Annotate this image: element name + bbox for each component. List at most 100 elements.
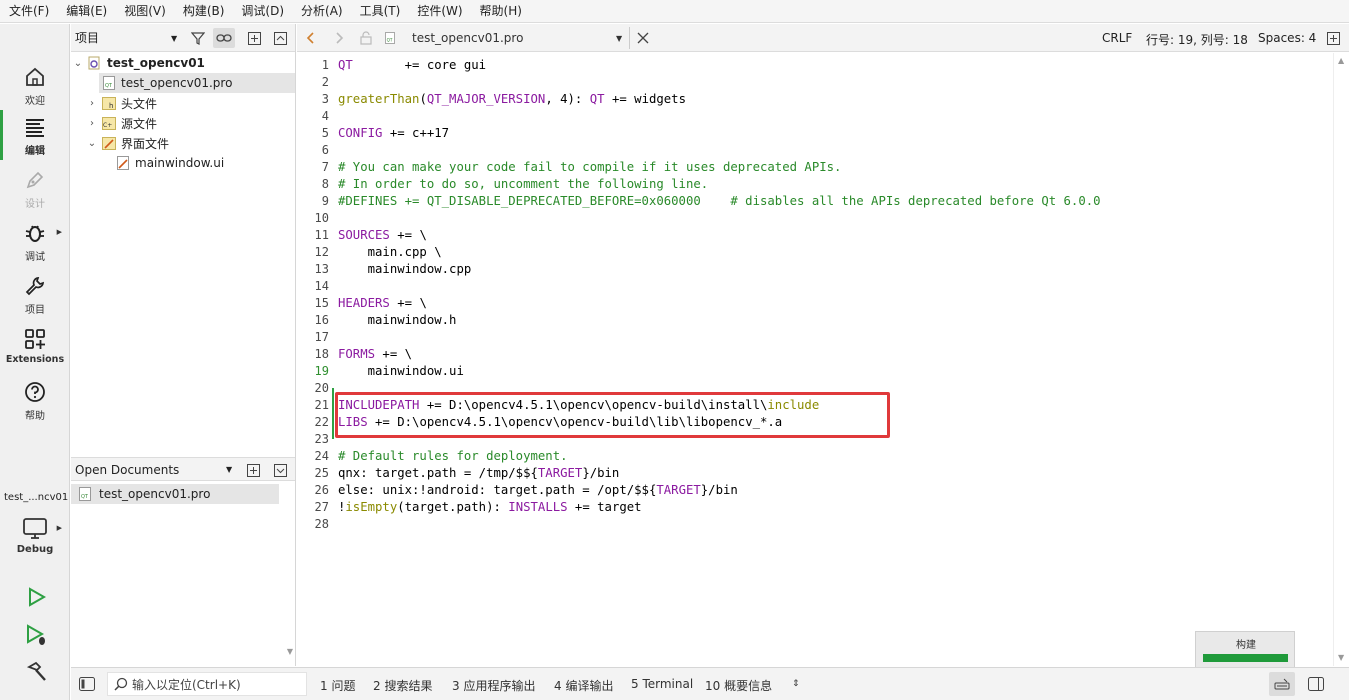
forward-arrow-icon (336, 32, 344, 44)
mode-help[interactable]: 帮助 (0, 375, 70, 425)
close-document-button[interactable] (636, 28, 650, 48)
code-line[interactable]: INCLUDEPATH += D:\opencv4.5.1\opencv\ope… (338, 397, 819, 414)
tab-terminal[interactable]: 5 Terminal (631, 677, 693, 691)
chevron-down-icon[interactable]: ⌄ (85, 138, 99, 149)
menu-item[interactable]: 调试(D) (232, 0, 292, 23)
run-button[interactable] (21, 582, 51, 612)
code-line[interactable]: mainwindow.h (338, 312, 457, 329)
split-button[interactable] (243, 28, 265, 48)
chevron-right-icon[interactable]: › (85, 118, 99, 129)
chevron-right-icon[interactable]: › (85, 98, 99, 109)
tab-issues[interactable]: 1 问题 (320, 677, 355, 694)
scroll-down-icon[interactable]: ▼ (287, 647, 293, 656)
split-icon (1327, 31, 1340, 45)
mode-design[interactable]: 设计 (0, 163, 70, 213)
menu-item[interactable]: 帮助(H) (471, 0, 530, 23)
menu-item[interactable]: 分析(A) (292, 0, 351, 23)
sync-link-button[interactable] (213, 28, 235, 48)
code-line[interactable]: SOURCES += \ (338, 227, 427, 244)
split-editor-button[interactable] (1327, 28, 1340, 48)
code-line[interactable]: FORMS += \ (338, 346, 412, 363)
code-line[interactable]: CONFIG += c++17 (338, 125, 449, 142)
tab-general-messages[interactable]: 10 概要信息 (705, 677, 772, 694)
collapse-pane-button[interactable] (269, 28, 291, 48)
code-line[interactable]: HEADERS += \ (338, 295, 427, 312)
locator-placeholder: 输入以定位(Ctrl+K) (132, 677, 241, 692)
code-line[interactable]: main.cpp \ (338, 244, 442, 261)
tab-compile-output[interactable]: 4 编译输出 (554, 677, 613, 694)
menu-item[interactable]: 视图(V) (115, 0, 174, 23)
back-arrow-icon (306, 32, 314, 44)
tree-item-pro-file[interactable]: QT test_opencv01.pro (99, 73, 295, 93)
menu-item[interactable]: 构建(B) (174, 0, 233, 23)
code-token: INSTALLS (508, 500, 568, 514)
code-line[interactable]: mainwindow.cpp (338, 261, 472, 278)
open-documents-title[interactable]: Open Documents (75, 463, 179, 477)
mode-edit[interactable]: 编辑 (0, 110, 70, 160)
mode-welcome[interactable]: 欢迎 (0, 60, 70, 110)
mode-label: Extensions (5, 354, 65, 365)
mode-label: 欢迎 (25, 96, 45, 107)
tab-application-output[interactable]: 3 应用程序输出 (452, 677, 535, 694)
collapse-pane-button[interactable] (269, 460, 291, 480)
build-progress-indicator[interactable]: 构建 (1195, 631, 1295, 669)
build-button[interactable] (21, 658, 51, 688)
tree-item-headers[interactable]: › h 头文件 (85, 93, 295, 113)
document-selector[interactable]: test_opencv01.pro (412, 31, 523, 45)
progress-details-button[interactable] (1269, 672, 1295, 696)
mode-projects[interactable]: 项目 (0, 269, 70, 319)
indent-settings[interactable]: Spaces: 4 (1258, 31, 1316, 45)
code-line[interactable]: !isEmpty(target.path): INSTALLS += targe… (338, 499, 642, 516)
code-line[interactable]: else: unix:!android: target.path = /opt/… (338, 482, 738, 499)
line-number: 23 (314, 432, 329, 446)
code-line[interactable]: mainwindow.ui (338, 363, 464, 380)
line-number: 12 (314, 245, 329, 259)
code-line[interactable]: # You can make your code fail to compile… (338, 159, 841, 176)
editor-toolbar: QT test_opencv01.pro ▼ CRLF 行号: 19, 列号: … (297, 24, 1349, 52)
code-line[interactable]: #DEFINES += QT_DISABLE_DEPRECATED_BEFORE… (338, 193, 1101, 210)
menu-item[interactable]: 文件(F) (0, 0, 57, 23)
line-number: 20 (314, 381, 329, 395)
code-line[interactable]: LIBS += D:\opencv4.5.1\opencv\opencv-bui… (338, 414, 782, 431)
code-editor[interactable]: 1 2 3 4 5 6 7 8 9 10 11 12 13 14 15 16 17 18 19 20 21 22 23 24 2… (297, 53, 1333, 666)
chevron-down-icon[interactable]: ⌄ (71, 58, 85, 69)
toggle-right-sidebar-button[interactable] (1308, 676, 1324, 692)
code-line[interactable]: # In order to do so, uncomment the follo… (338, 176, 708, 193)
scroll-down-icon[interactable]: ▼ (1338, 653, 1344, 662)
debug-run-button[interactable] (21, 620, 51, 650)
project-view-selector[interactable]: 项目 (71, 29, 181, 46)
split-button[interactable] (242, 460, 264, 480)
tree-item-ui-file[interactable]: mainwindow.ui (113, 153, 295, 173)
code-line[interactable]: qnx: target.path = /tmp/$${TARGET}/bin (338, 465, 619, 482)
toggle-sidebar-button[interactable] (79, 676, 95, 692)
locator-input[interactable]: 输入以定位(Ctrl+K) (107, 672, 307, 696)
scroll-up-icon[interactable]: ▲ (1338, 56, 1344, 65)
code-line[interactable]: QT += core gui (338, 57, 486, 74)
mode-extensions[interactable]: Extensions (0, 322, 70, 372)
cursor-position[interactable]: 行号: 19, 列号: 18 (1146, 31, 1248, 48)
tree-item-project[interactable]: ⌄ test_opencv01 (71, 53, 295, 73)
tree-item-forms[interactable]: ⌄ 界面文件 (85, 133, 295, 153)
filter-button[interactable] (187, 28, 209, 48)
dropdown-arrow-icon[interactable]: ▼ (226, 465, 232, 474)
file-lock-button[interactable] (359, 28, 373, 48)
code-token: # Default rules for deployment. (338, 449, 568, 463)
editor-vertical-scrollbar[interactable]: ▲ ▼ (1333, 53, 1349, 666)
menu-item[interactable]: 工具(T) (351, 0, 409, 23)
dropdown-arrow-icon[interactable]: ▼ (616, 34, 622, 43)
nav-forward-button[interactable] (331, 28, 347, 48)
code-line[interactable]: greaterThan(QT_MAJOR_VERSION, 4): QT += … (338, 91, 686, 108)
kit-selector[interactable]: Debug ▶ (0, 512, 70, 562)
code-line[interactable]: # Default rules for deployment. (338, 448, 568, 465)
line-ending-selector[interactable]: CRLF (1102, 31, 1132, 45)
more-tabs-icon[interactable]: ⇕ (792, 679, 800, 689)
open-document-item[interactable]: QT test_opencv01.pro (71, 484, 279, 504)
tree-item-sources[interactable]: › C+ 源文件 (85, 113, 295, 133)
menu-item[interactable]: 编辑(E) (57, 0, 115, 23)
mode-debug[interactable]: 调试 ▶ (0, 216, 70, 266)
dropdown-arrow-icon[interactable]: ▼ (171, 34, 177, 43)
line-number: 11 (314, 228, 329, 242)
tab-search-results[interactable]: 2 搜索结果 (373, 677, 432, 694)
nav-back-button[interactable] (303, 28, 319, 48)
menu-item[interactable]: 控件(W) (408, 0, 470, 23)
